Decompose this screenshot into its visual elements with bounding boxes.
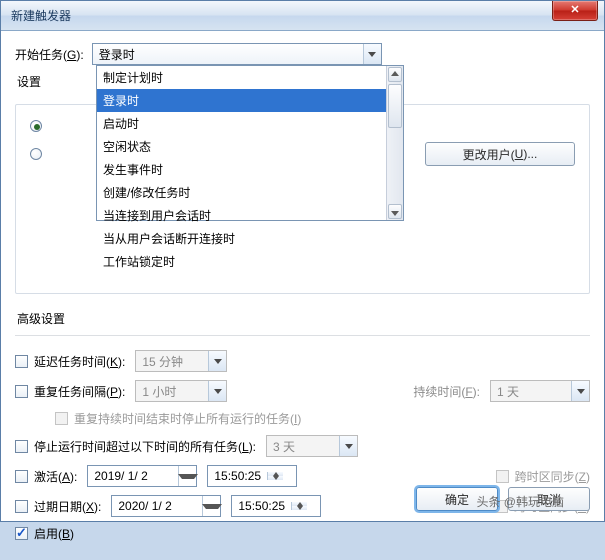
- checkbox-box-icon: [15, 500, 28, 513]
- chevron-down-icon[interactable]: [571, 381, 589, 401]
- radio-all-users[interactable]: 所有用户: [30, 117, 96, 134]
- start-task-dropdown[interactable]: 制定计划时 登录时 启动时 空闲状态 发生事件时 创建/修改任务时 当连接到用户…: [96, 65, 404, 221]
- stop-after-combo[interactable]: 3 天: [266, 435, 358, 457]
- chevron-down-icon[interactable]: [363, 44, 381, 64]
- checkbox-box-icon: [15, 385, 28, 398]
- divider: [15, 335, 590, 336]
- checkbox-box-icon: [496, 470, 509, 483]
- checkbox-box-icon: [15, 470, 28, 483]
- checkbox-expire[interactable]: 过期日期(X):: [15, 498, 101, 515]
- activate-row: 激活(A): 2019/ 1/ 2 15:50:25 跨时区同步(Z): [15, 465, 590, 487]
- dropdown-item[interactable]: 当连接到用户会话时: [97, 204, 403, 227]
- delay-combo[interactable]: 15 分钟: [135, 350, 227, 372]
- ok-button[interactable]: 确定: [416, 487, 498, 511]
- checkbox-box-icon: [15, 527, 28, 540]
- repeat-row: 重复任务间隔(P): 1 小时 持续时间(F): 1 天: [15, 380, 590, 402]
- checkbox-stop-at-end: 重复持续时间结束时停止所有运行的任务(I): [55, 410, 301, 427]
- activate-date-field[interactable]: 2019/ 1/ 2: [87, 465, 197, 487]
- activate-time-field[interactable]: 15:50:25: [207, 465, 297, 487]
- scroll-thumb[interactable]: [388, 84, 402, 128]
- duration-label: 持续时间(F):: [413, 383, 480, 400]
- start-task-row: 开始任务(G): 登录时 制定计划时 登录时 启动时 空闲状态 发生事件时 创建…: [15, 43, 590, 65]
- dropdown-item[interactable]: 启动时: [97, 112, 403, 135]
- checkbox-box-icon: [55, 412, 68, 425]
- start-task-combo[interactable]: 登录时: [92, 43, 382, 65]
- repeat-combo[interactable]: 1 小时: [135, 380, 227, 402]
- chevron-down-icon[interactable]: [208, 351, 226, 371]
- checkbox-enabled[interactable]: 启用(B): [15, 525, 74, 542]
- scroll-down-button[interactable]: [388, 204, 402, 219]
- chevron-down-icon[interactable]: [208, 381, 226, 401]
- cancel-button[interactable]: 取消: [508, 487, 590, 511]
- enabled-row: 启用(B): [15, 525, 590, 542]
- dialog-window: 新建触发器 ✕ 开始任务(G): 登录时 制定计划时 登录时 启动时 空闲状态 …: [0, 0, 605, 522]
- time-spinner[interactable]: [291, 502, 307, 510]
- checkbox-tz-sync-z: 跨时区同步(Z): [496, 468, 590, 485]
- chevron-down-icon[interactable]: [178, 474, 198, 479]
- advanced-heading: 高级设置: [17, 310, 590, 327]
- dropdown-item[interactable]: 登录时: [97, 89, 403, 112]
- checkbox-repeat[interactable]: 重复任务间隔(P):: [15, 383, 125, 400]
- checkbox-box-icon: [15, 440, 28, 453]
- expire-date-field[interactable]: 2020/ 1/ 2: [111, 495, 221, 517]
- dropdown-scrollbar[interactable]: [386, 66, 403, 220]
- start-task-combo-value: 登录时: [99, 46, 135, 63]
- checkbox-box-icon: [15, 355, 28, 368]
- duration-combo[interactable]: 1 天: [490, 380, 590, 402]
- scroll-up-button[interactable]: [388, 67, 402, 82]
- checkbox-activate[interactable]: 激活(A):: [15, 468, 77, 485]
- stop-at-end-row: 重复持续时间结束时停止所有运行的任务(I): [15, 410, 590, 427]
- spin-down-icon[interactable]: [292, 506, 307, 510]
- title-bar: 新建触发器 ✕: [1, 1, 604, 31]
- checkbox-stop-after[interactable]: 停止运行时间超过以下时间的所有任务(L):: [15, 438, 256, 455]
- dropdown-item[interactable]: 空闲状态: [97, 135, 403, 158]
- radio-dot-icon: [30, 148, 42, 160]
- dropdown-item[interactable]: 发生事件时: [97, 158, 403, 181]
- window-title: 新建触发器: [11, 7, 71, 24]
- change-user-button[interactable]: 更改用户(U)...: [425, 142, 575, 166]
- dialog-body: 开始任务(G): 登录时 制定计划时 登录时 启动时 空闲状态 发生事件时 创建…: [1, 31, 604, 560]
- stop-after-row: 停止运行时间超过以下时间的所有任务(L): 3 天: [15, 435, 590, 457]
- radio-dot-icon: [30, 120, 42, 132]
- chevron-down-icon[interactable]: [202, 504, 222, 509]
- close-button[interactable]: ✕: [552, 1, 598, 21]
- spin-down-icon[interactable]: [268, 476, 283, 480]
- checkbox-delay[interactable]: 延迟任务时间(K):: [15, 353, 125, 370]
- chevron-down-icon[interactable]: [339, 436, 357, 456]
- dropdown-item[interactable]: 工作站锁定时: [97, 250, 403, 273]
- delay-row: 延迟任务时间(K): 15 分钟: [15, 350, 590, 372]
- time-spinner[interactable]: [267, 472, 283, 480]
- dropdown-item[interactable]: 当从用户会话断开连接时: [97, 227, 403, 250]
- dropdown-item[interactable]: 制定计划时: [97, 66, 403, 89]
- expire-time-field[interactable]: 15:50:25: [231, 495, 321, 517]
- start-task-label: 开始任务(G):: [15, 46, 84, 63]
- dialog-footer: 确定 取消: [416, 487, 590, 511]
- dropdown-item[interactable]: 创建/修改任务时: [97, 181, 403, 204]
